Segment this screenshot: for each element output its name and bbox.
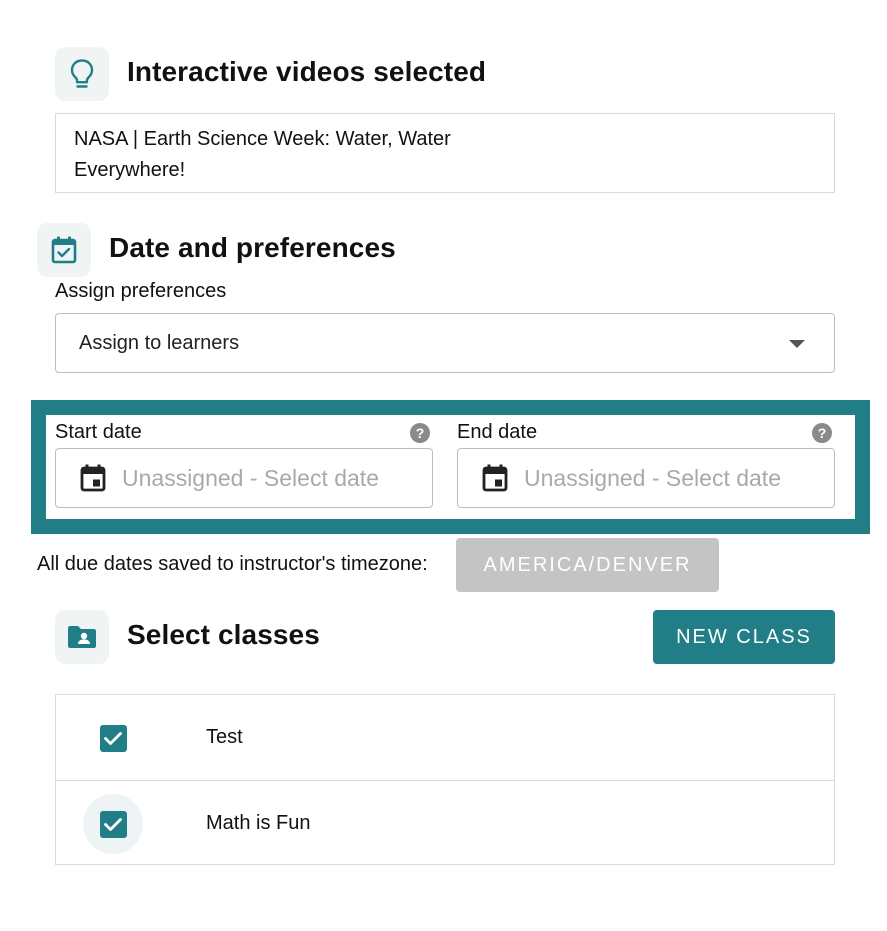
end-date-placeholder: Unassigned - Select date bbox=[524, 464, 781, 491]
class-row[interactable]: Math is Fun bbox=[56, 780, 834, 866]
class-name: Math is Fun bbox=[206, 812, 311, 834]
folder-user-icon bbox=[55, 610, 109, 664]
class-checkbox[interactable] bbox=[83, 794, 143, 854]
calendar-icon bbox=[482, 464, 508, 492]
assign-preferences-value: Assign to learners bbox=[79, 331, 240, 354]
dropdown-caret-icon bbox=[789, 340, 805, 348]
end-date-help-icon[interactable]: ? bbox=[812, 423, 832, 443]
checkbox-checked-icon bbox=[99, 810, 127, 838]
assign-preferences-label: Assign preferences bbox=[55, 280, 227, 302]
class-row[interactable]: Test bbox=[56, 695, 834, 780]
class-name: Test bbox=[206, 726, 243, 748]
classes-table: Test Math is Fun bbox=[55, 694, 835, 865]
preferences-section-title: Date and preferences bbox=[109, 232, 396, 263]
assign-preferences-select[interactable]: Assign to learners bbox=[55, 313, 835, 373]
calendar-check-icon bbox=[37, 223, 91, 277]
timezone-button[interactable]: AMERICA/DENVER bbox=[456, 538, 719, 592]
start-date-label: Start date bbox=[55, 421, 142, 443]
end-date-label: End date bbox=[457, 421, 538, 443]
start-date-input[interactable]: Unassigned - Select date bbox=[55, 448, 433, 508]
lightbulb-icon bbox=[55, 47, 109, 101]
start-date-help-icon[interactable]: ? bbox=[410, 423, 430, 443]
checkbox-checked-icon bbox=[99, 724, 127, 752]
timezone-note: All due dates saved to instructor's time… bbox=[37, 553, 428, 575]
selected-video-title-line1: NASA | Earth Science Week: Water, Water bbox=[74, 128, 451, 150]
calendar-icon bbox=[80, 464, 106, 492]
classes-section-title: Select classes bbox=[127, 619, 320, 650]
class-checkbox[interactable] bbox=[83, 708, 143, 768]
end-date-input[interactable]: Unassigned - Select date bbox=[457, 448, 835, 508]
videos-section-title: Interactive videos selected bbox=[127, 56, 487, 87]
start-date-placeholder: Unassigned - Select date bbox=[122, 464, 379, 491]
selected-videos-box: NASA | Earth Science Week: Water, Water … bbox=[55, 113, 835, 193]
new-class-button[interactable]: NEW CLASS bbox=[653, 610, 835, 664]
selected-video-title-line2: Everywhere! bbox=[74, 159, 186, 181]
